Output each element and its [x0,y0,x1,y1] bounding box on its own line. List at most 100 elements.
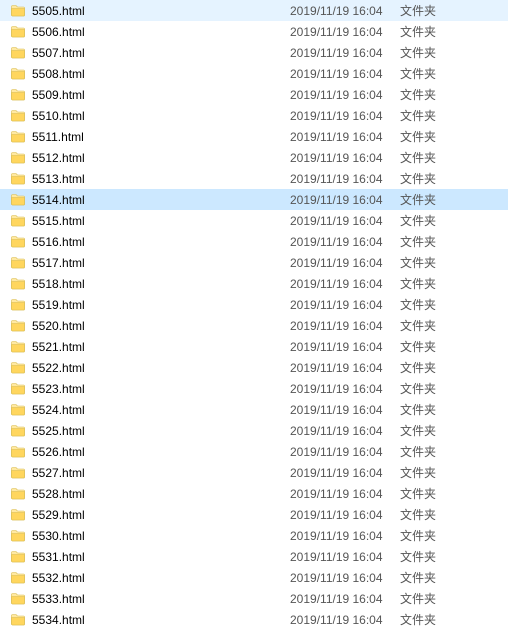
file-row[interactable]: 5533.html2019/11/19 16:04文件夹 [0,588,508,609]
file-name-cell: 5527.html [10,465,290,481]
file-date-cell: 2019/11/19 16:04 [290,25,400,39]
file-date-cell: 2019/11/19 16:04 [290,613,400,627]
file-name-cell: 5510.html [10,108,290,124]
file-name-label: 5531.html [32,550,85,564]
folder-icon [10,339,26,355]
file-name-cell: 5526.html [10,444,290,460]
file-row[interactable]: 5517.html2019/11/19 16:04文件夹 [0,252,508,273]
file-name-cell: 5528.html [10,486,290,502]
folder-icon [10,297,26,313]
file-row[interactable]: 5510.html2019/11/19 16:04文件夹 [0,105,508,126]
file-row[interactable]: 5528.html2019/11/19 16:04文件夹 [0,483,508,504]
file-name-label: 5529.html [32,508,85,522]
file-row[interactable]: 5522.html2019/11/19 16:04文件夹 [0,357,508,378]
folder-icon [10,570,26,586]
file-name-label: 5513.html [32,172,85,186]
file-name-label: 5525.html [32,424,85,438]
file-row[interactable]: 5523.html2019/11/19 16:04文件夹 [0,378,508,399]
file-date-cell: 2019/11/19 16:04 [290,298,400,312]
file-name-cell: 5512.html [10,150,290,166]
folder-icon [10,444,26,460]
file-name-label: 5534.html [32,613,85,627]
file-type-cell: 文件夹 [400,464,470,481]
folder-icon [10,171,26,187]
file-row[interactable]: 5507.html2019/11/19 16:04文件夹 [0,42,508,63]
file-name-cell: 5519.html [10,297,290,313]
file-name-label: 5524.html [32,403,85,417]
file-type-cell: 文件夹 [400,485,470,502]
file-type-cell: 文件夹 [400,443,470,460]
file-type-cell: 文件夹 [400,107,470,124]
file-type-cell: 文件夹 [400,254,470,271]
file-row[interactable]: 5530.html2019/11/19 16:04文件夹 [0,525,508,546]
file-name-label: 5533.html [32,592,85,606]
file-list: 5505.html2019/11/19 16:04文件夹 5506.html20… [0,0,508,630]
file-row[interactable]: 5518.html2019/11/19 16:04文件夹 [0,273,508,294]
file-date-cell: 2019/11/19 16:04 [290,151,400,165]
file-date-cell: 2019/11/19 16:04 [290,4,400,18]
file-name-label: 5508.html [32,67,85,81]
file-row[interactable]: 5532.html2019/11/19 16:04文件夹 [0,567,508,588]
file-name-cell: 5522.html [10,360,290,376]
file-row[interactable]: 5513.html2019/11/19 16:04文件夹 [0,168,508,189]
file-type-cell: 文件夹 [400,527,470,544]
folder-icon [10,402,26,418]
file-name-label: 5532.html [32,571,85,585]
file-row[interactable]: 5519.html2019/11/19 16:04文件夹 [0,294,508,315]
file-date-cell: 2019/11/19 16:04 [290,67,400,81]
file-date-cell: 2019/11/19 16:04 [290,214,400,228]
folder-icon [10,528,26,544]
file-row[interactable]: 5529.html2019/11/19 16:04文件夹 [0,504,508,525]
file-row[interactable]: 5524.html2019/11/19 16:04文件夹 [0,399,508,420]
file-row[interactable]: 5515.html2019/11/19 16:04文件夹 [0,210,508,231]
file-row[interactable]: 5512.html2019/11/19 16:04文件夹 [0,147,508,168]
file-date-cell: 2019/11/19 16:04 [290,571,400,585]
folder-icon [10,465,26,481]
file-date-cell: 2019/11/19 16:04 [290,466,400,480]
file-name-label: 5516.html [32,235,85,249]
file-row[interactable]: 5525.html2019/11/19 16:04文件夹 [0,420,508,441]
folder-icon [10,213,26,229]
file-row[interactable]: 5520.html2019/11/19 16:04文件夹 [0,315,508,336]
file-date-cell: 2019/11/19 16:04 [290,172,400,186]
file-type-cell: 文件夹 [400,2,470,19]
file-name-cell: 5516.html [10,234,290,250]
file-date-cell: 2019/11/19 16:04 [290,445,400,459]
file-date-cell: 2019/11/19 16:04 [290,193,400,207]
file-row[interactable]: 5511.html2019/11/19 16:04文件夹 [0,126,508,147]
file-name-label: 5522.html [32,361,85,375]
file-row[interactable]: 5531.html2019/11/19 16:04文件夹 [0,546,508,567]
file-name-cell: 5520.html [10,318,290,334]
file-date-cell: 2019/11/19 16:04 [290,403,400,417]
file-row[interactable]: 5509.html2019/11/19 16:04文件夹 [0,84,508,105]
file-row[interactable]: 5506.html2019/11/19 16:04文件夹 [0,21,508,42]
file-row[interactable]: 5534.html2019/11/19 16:04文件夹 [0,609,508,630]
file-name-cell: 5534.html [10,612,290,628]
file-date-cell: 2019/11/19 16:04 [290,235,400,249]
file-name-label: 5521.html [32,340,85,354]
file-date-cell: 2019/11/19 16:04 [290,109,400,123]
file-date-cell: 2019/11/19 16:04 [290,130,400,144]
folder-icon [10,486,26,502]
file-name-label: 5514.html [32,193,85,207]
folder-icon [10,192,26,208]
file-row[interactable]: 5508.html 2019/11/19 16:04文件夹 [0,63,508,84]
file-date-cell: 2019/11/19 16:04 [290,88,400,102]
folder-icon [10,591,26,607]
file-name-cell: 5530.html [10,528,290,544]
file-row[interactable]: 5516.html 2019/11/19 16:04文件夹 [0,231,508,252]
folder-icon [10,381,26,397]
file-row[interactable]: 5514.html2019/11/19 16:04文件夹 [0,189,508,210]
file-type-cell: 文件夹 [400,275,470,292]
file-row[interactable]: 5521.html2019/11/19 16:04文件夹 [0,336,508,357]
file-name-cell: 5515.html [10,213,290,229]
file-type-cell: 文件夹 [400,65,470,82]
file-name-label: 5515.html [32,214,85,228]
folder-icon [10,87,26,103]
file-row[interactable]: 5526.html2019/11/19 16:04文件夹 [0,441,508,462]
file-row[interactable]: 5505.html2019/11/19 16:04文件夹 [0,0,508,21]
folder-icon [10,549,26,565]
file-type-cell: 文件夹 [400,233,470,250]
file-name-cell: 5511.html [10,129,290,145]
file-row[interactable]: 5527.html2019/11/19 16:04文件夹 [0,462,508,483]
